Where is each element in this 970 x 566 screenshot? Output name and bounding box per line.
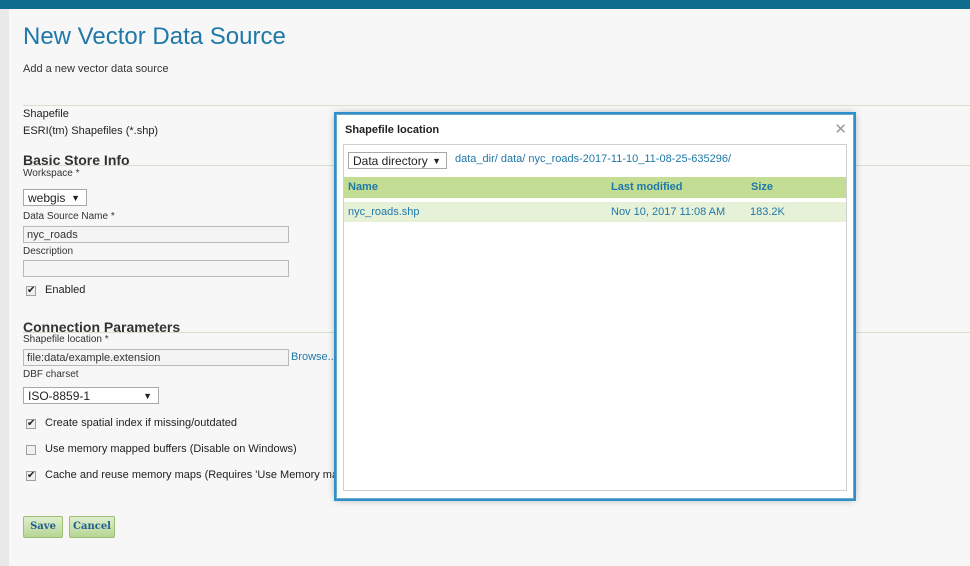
memory-mapped-label: Use memory mapped buffers (Disable on Wi…: [45, 443, 297, 455]
dbf-charset-select-value: ISO-8859-1: [28, 389, 91, 403]
dialog-title: Shapefile location: [345, 124, 440, 136]
cache-memory-maps-label: Cache and reuse memory maps (Requires 'U…: [45, 469, 345, 481]
size-cell: 183.2K: [750, 206, 785, 218]
file-name-cell[interactable]: nyc_roads.shp: [348, 206, 420, 218]
save-button[interactable]: Save: [23, 516, 63, 538]
breadcrumb[interactable]: data_dir/ data/ nyc_roads-2017-11-10_11-…: [455, 153, 731, 165]
store-type-name: Shapefile: [23, 108, 69, 120]
memory-mapped-checkbox[interactable]: [26, 445, 36, 455]
column-header-last-modified[interactable]: Last modified: [611, 181, 683, 193]
create-spatial-index-checkbox[interactable]: ✔: [26, 419, 36, 429]
dbf-charset-select[interactable]: ISO-8859-1 ▼: [23, 387, 159, 404]
shapefile-location-dialog: Shapefile location ✕ Data directory ▼ da…: [336, 114, 854, 499]
browse-link[interactable]: Browse...: [291, 351, 337, 363]
workspace-select-value: webgis: [28, 191, 66, 205]
column-header-size[interactable]: Size: [751, 181, 773, 193]
dbf-charset-label: DBF charset: [23, 369, 79, 380]
description-label: Description: [23, 246, 74, 257]
data-source-name-input[interactable]: nyc_roads: [23, 226, 289, 243]
divider: [23, 105, 970, 106]
top-bar: [0, 0, 970, 9]
workspace-select[interactable]: webgis ▼: [23, 189, 87, 206]
column-header-name[interactable]: Name: [348, 181, 378, 193]
enabled-label: Enabled: [45, 284, 86, 296]
chevron-down-icon: ▼: [71, 193, 80, 203]
cache-memory-maps-checkbox[interactable]: ✔: [26, 471, 36, 481]
description-input[interactable]: [23, 260, 289, 277]
chevron-down-icon: ▼: [432, 156, 441, 166]
last-modified-cell: Nov 10, 2017 11:08 AM: [611, 206, 726, 218]
enabled-checkbox[interactable]: ✔: [26, 286, 36, 296]
workspace-label: Workspace *: [23, 168, 80, 179]
table-header: Name Last modified Size: [344, 177, 846, 198]
file-browser: Data directory ▼ data_dir/ data/ nyc_roa…: [343, 144, 847, 491]
left-strip: [0, 9, 9, 566]
data-source-name-label: Data Source Name *: [23, 211, 115, 222]
shapefile-location-input[interactable]: file:data/example.extension: [23, 349, 289, 366]
page-title: New Vector Data Source: [23, 23, 286, 50]
shapefile-location-label: Shapefile location *: [23, 334, 109, 345]
page-subtitle: Add a new vector data source: [23, 63, 169, 75]
table-row[interactable]: nyc_roads.shp Nov 10, 2017 11:08 AM 183.…: [344, 202, 846, 222]
store-type-description: ESRI(tm) Shapefiles (*.shp): [23, 125, 159, 137]
close-icon[interactable]: ✕: [834, 120, 847, 138]
cancel-button[interactable]: Cancel: [69, 516, 115, 538]
create-spatial-index-label: Create spatial index if missing/outdated: [45, 417, 237, 429]
root-directory-value: Data directory: [353, 154, 428, 168]
chevron-down-icon: ▼: [143, 391, 152, 401]
root-directory-select[interactable]: Data directory ▼: [348, 152, 447, 169]
